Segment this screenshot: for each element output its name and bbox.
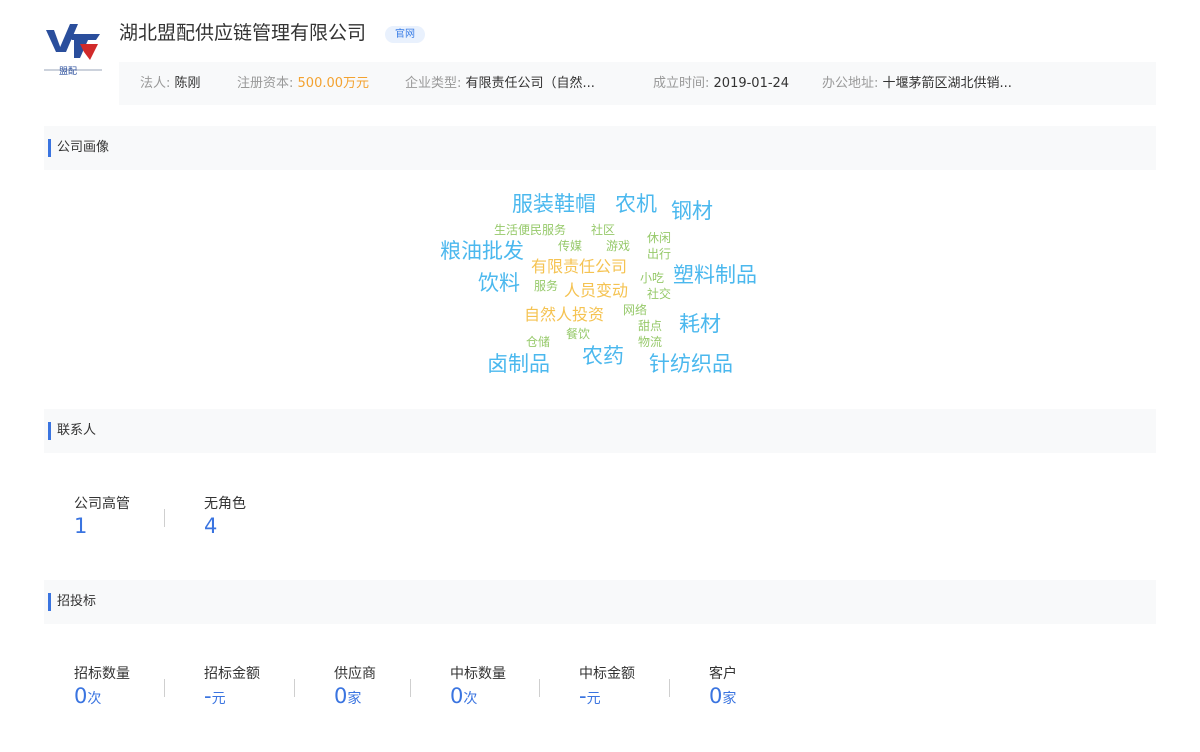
word-cloud-tag: 游戏 — [606, 239, 631, 253]
capital-label: 注册资本: — [237, 76, 294, 91]
word-cloud-tag: 农机 — [615, 192, 657, 216]
company-info-bar: 法人: 陈刚 注册资本: 500.00万元 企业类型: 有限责任公司（自然...… — [119, 62, 1156, 105]
stat-label: 无角色 — [204, 496, 246, 512]
word-cloud-tag: 餐饮 — [566, 327, 591, 341]
word-cloud-tag: 网络 — [623, 303, 648, 317]
founded-label: 成立时间: — [653, 76, 710, 91]
bid-stat-customers[interactable]: 客户 0家 — [709, 663, 737, 708]
founded-info: 成立时间: 2019-01-24 — [653, 62, 789, 105]
bid-stat-suppliers[interactable]: 供应商 0家 — [334, 663, 376, 708]
stat-label: 客户 — [709, 666, 737, 682]
word-cloud-tag: 耗材 — [679, 312, 721, 336]
word-cloud-tag: 物流 — [638, 335, 663, 349]
stat-divider — [164, 509, 165, 527]
word-cloud-tag: 有限责任公司 — [531, 257, 628, 276]
address-label: 办公地址: — [822, 76, 879, 91]
bid-stat-tender-count[interactable]: 招标数量 0次 — [74, 663, 130, 708]
official-site-badge[interactable]: 官网 — [385, 26, 425, 43]
word-cloud: 服装鞋帽 农机 钢材 生活便民服务 社区 休闲 粮油批发 传媒 游戏 出行 有限… — [0, 0, 1200, 752]
stat-label: 招标金额 — [204, 666, 260, 682]
stat-divider — [294, 679, 295, 697]
stat-value: 1 — [74, 514, 88, 538]
word-cloud-tag: 甜点 — [638, 319, 663, 333]
section-accent-bar — [48, 593, 51, 611]
section-accent-bar — [48, 139, 51, 157]
bid-stat-tender-amount[interactable]: 招标金额 -元 — [204, 663, 260, 708]
stat-label: 招标数量 — [74, 666, 130, 682]
word-cloud-tag: 休闲 — [647, 231, 672, 245]
capital-info: 注册资本: 500.00万元 — [237, 62, 369, 105]
stat-label: 中标金额 — [579, 666, 635, 682]
word-cloud-tag: 农药 — [582, 344, 624, 368]
word-cloud-tag: 社区 — [591, 223, 616, 237]
company-logo: 盟配 — [44, 22, 102, 78]
portrait-section-title: 公司画像 — [57, 140, 110, 155]
word-cloud-tag: 塑料制品 — [673, 263, 757, 287]
company-name: 湖北盟配供应链管理有限公司 — [119, 22, 367, 44]
legal-rep-value[interactable]: 陈刚 — [175, 76, 201, 91]
section-accent-bar — [48, 422, 51, 440]
stat-divider — [539, 679, 540, 697]
contacts-section-header: 联系人 — [44, 409, 1156, 453]
address-info: 办公地址: 十堰茅箭区湖北供销... — [822, 62, 1012, 105]
bidding-section-header: 招投标 — [44, 580, 1156, 624]
stat-unit: 次 — [87, 691, 102, 707]
bidding-section-title: 招投标 — [57, 594, 97, 609]
stat-value: 0次 — [74, 684, 102, 708]
stat-unit: 家 — [347, 691, 362, 707]
stat-value: 0家 — [709, 684, 737, 708]
word-cloud-tag: 人员变动 — [564, 281, 629, 300]
stat-label: 中标数量 — [450, 666, 506, 682]
word-cloud-tag: 传媒 — [558, 239, 583, 253]
word-cloud-tag: 针纺织品 — [649, 352, 733, 376]
stat-label: 公司高管 — [74, 496, 130, 512]
stat-divider — [410, 679, 411, 697]
stat-unit: 次 — [463, 691, 478, 707]
company-type-value: 有限责任公司（自然... — [465, 76, 595, 91]
stat-value: 4 — [204, 514, 218, 538]
contact-stat-executives[interactable]: 公司高管 1 — [74, 493, 130, 538]
stat-label: 供应商 — [334, 666, 376, 682]
word-cloud-tag: 仓储 — [526, 335, 551, 349]
stat-value: 0次 — [450, 684, 478, 708]
word-cloud-tag: 粮油批发 — [440, 239, 524, 263]
stat-unit: 元 — [211, 691, 226, 707]
contacts-section-title: 联系人 — [57, 423, 97, 438]
word-cloud-tag: 自然人投资 — [524, 305, 605, 324]
word-cloud-tag: 社交 — [647, 287, 672, 301]
svg-text:盟配: 盟配 — [59, 66, 77, 77]
company-type-info: 企业类型: 有限责任公司（自然... — [405, 62, 595, 105]
portrait-section-header: 公司画像 — [44, 126, 1156, 170]
stat-unit: 元 — [586, 691, 601, 707]
stat-unit: 家 — [722, 691, 737, 707]
address-value: 十堰茅箭区湖北供销... — [882, 76, 1012, 91]
bid-stat-win-count[interactable]: 中标数量 0次 — [450, 663, 506, 708]
word-cloud-tag: 服务 — [534, 279, 559, 293]
word-cloud-tag: 钢材 — [671, 199, 713, 223]
bid-stat-win-amount[interactable]: 中标金额 -元 — [579, 663, 635, 708]
word-cloud-tag: 小吃 — [640, 271, 665, 285]
founded-value: 2019-01-24 — [713, 76, 790, 91]
stat-value: -元 — [204, 684, 226, 708]
stat-divider — [164, 679, 165, 697]
contact-stat-no-role[interactable]: 无角色 4 — [204, 493, 246, 538]
word-cloud-tag: 生活便民服务 — [494, 223, 567, 237]
stat-divider — [669, 679, 670, 697]
word-cloud-tag: 出行 — [647, 247, 672, 261]
word-cloud-tag: 饮料 — [478, 271, 520, 295]
legal-rep-info: 法人: 陈刚 — [140, 62, 201, 105]
stat-value: 0家 — [334, 684, 362, 708]
word-cloud-tag: 卤制品 — [487, 352, 550, 376]
word-cloud-tag: 服装鞋帽 — [512, 192, 596, 216]
company-type-label: 企业类型: — [405, 76, 462, 91]
legal-rep-label: 法人: — [140, 76, 171, 91]
stat-value: -元 — [579, 684, 601, 708]
capital-value: 500.00万元 — [297, 76, 370, 91]
